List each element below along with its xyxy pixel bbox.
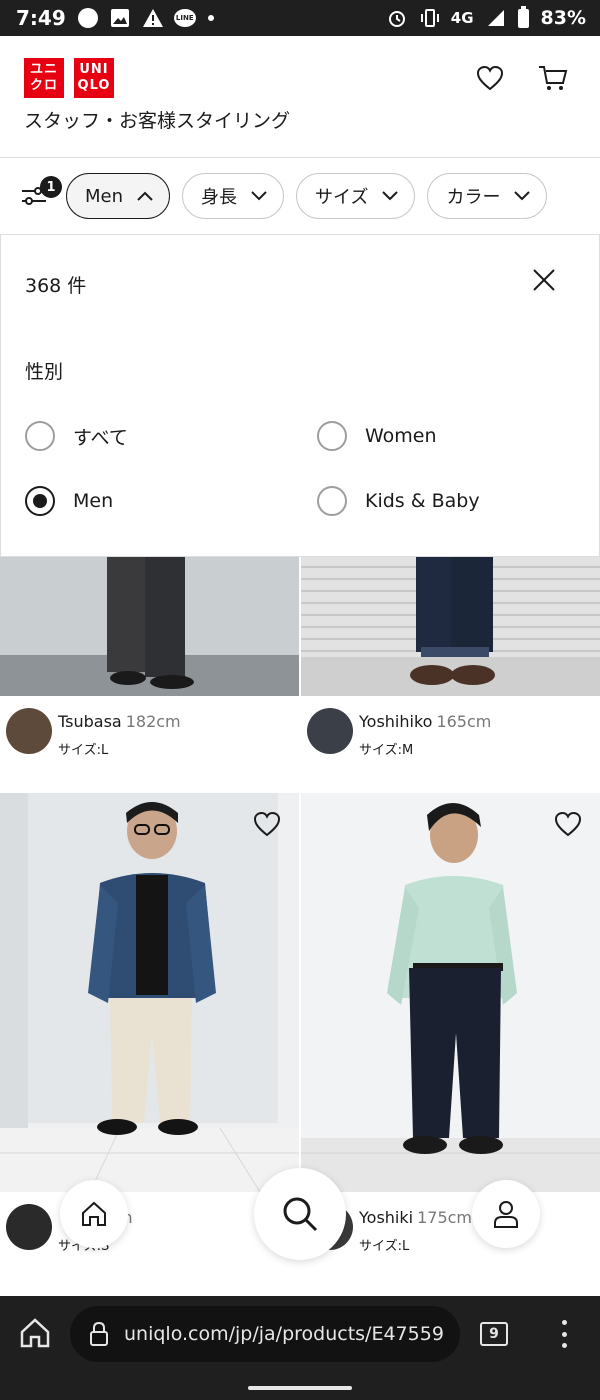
user-icon bbox=[494, 1201, 518, 1228]
browser-home-icon[interactable] bbox=[18, 1316, 52, 1350]
chevron-down-icon bbox=[251, 191, 267, 201]
address-bar[interactable]: uniqlo.com/jp/ja/products/E47559 bbox=[70, 1306, 460, 1362]
network-type: 4G bbox=[450, 9, 474, 27]
result-count: 368 件 bbox=[25, 275, 87, 297]
lock-icon bbox=[90, 1321, 108, 1346]
dot-icon bbox=[207, 15, 214, 21]
chip-height[interactable]: 身長 bbox=[182, 173, 285, 219]
vibrate-icon bbox=[419, 8, 439, 28]
radio-button[interactable] bbox=[317, 486, 347, 516]
outfit-photo[interactable] bbox=[301, 793, 600, 1192]
status-bar: 7:49 LINE 4G 83% bbox=[0, 0, 600, 36]
staff-size: サイズ:M bbox=[359, 743, 414, 758]
staff-name: Yoshihiko bbox=[359, 712, 433, 731]
avatar bbox=[307, 708, 353, 754]
home-icon bbox=[82, 1201, 106, 1226]
filter-bar: 1 Men 身長 サイズ カラー bbox=[0, 158, 600, 234]
staff-size: サイズ:L bbox=[58, 743, 109, 758]
radio-option-all[interactable]: すべて bbox=[25, 421, 128, 451]
radio-button[interactable] bbox=[25, 421, 55, 451]
filter-count-badge: 1 bbox=[40, 176, 62, 198]
card-info: Yoshihiko 165cm サイズ:M bbox=[301, 696, 600, 776]
staff-height: 165cm bbox=[436, 712, 492, 731]
battery-icon bbox=[517, 5, 529, 28]
chip-color[interactable]: カラー bbox=[427, 173, 548, 219]
tab-switcher-button[interactable]: 9 bbox=[480, 1322, 508, 1346]
radio-option-women[interactable]: Women bbox=[317, 421, 437, 451]
logo-katakana-block: ユニ クロ bbox=[24, 58, 64, 98]
chip-size[interactable]: サイズ bbox=[296, 173, 416, 219]
heart-icon[interactable] bbox=[476, 65, 504, 91]
overflow-menu-icon[interactable] bbox=[560, 1320, 568, 1348]
staff-name: Tsubasa bbox=[58, 712, 122, 731]
url-text: uniqlo.com/jp/ja/products/E47559 bbox=[124, 1323, 444, 1345]
signal-icon bbox=[486, 8, 506, 28]
styling-card[interactable]: Yoshihiko 165cm サイズ:M bbox=[301, 557, 600, 793]
chevron-down-icon bbox=[514, 191, 531, 201]
alarm-icon bbox=[387, 8, 407, 28]
outfit-photo[interactable] bbox=[0, 557, 299, 696]
logo-latin-block: UNI QLO bbox=[74, 58, 114, 98]
avatar bbox=[6, 708, 52, 754]
search-icon bbox=[283, 1197, 318, 1232]
staff-height: 182cm bbox=[125, 712, 181, 731]
page-title: スタッフ・お客様スタイリング bbox=[24, 110, 291, 132]
app-header: ユニ クロ UNI QLO スタッフ・お客様スタイリング bbox=[0, 36, 600, 158]
line-icon: LINE bbox=[173, 9, 196, 27]
staff-name: Yoshiki bbox=[359, 1208, 414, 1227]
styling-card[interactable]: Tsubasa 182cm サイズ:L bbox=[0, 557, 299, 793]
uniqlo-logo[interactable]: ユニ クロ UNI QLO bbox=[24, 58, 114, 98]
chevron-down-icon bbox=[382, 191, 399, 201]
outfit-photo[interactable] bbox=[301, 557, 600, 696]
status-time: 7:49 bbox=[16, 6, 66, 30]
chevron-up-icon bbox=[137, 191, 153, 201]
gender-filter-panel: 368 件 性別 すべて Women Men Kids & Baby bbox=[0, 234, 600, 557]
spotify-icon bbox=[77, 8, 98, 28]
gesture-bar bbox=[248, 1386, 352, 1390]
styling-card[interactable]: Yoshiki 175cm サイズ:L bbox=[301, 793, 600, 1293]
radio-button[interactable] bbox=[317, 421, 347, 451]
outfit-photo[interactable] bbox=[0, 793, 299, 1192]
favorite-heart-icon[interactable] bbox=[554, 811, 582, 837]
radio-option-kids-baby[interactable]: Kids & Baby bbox=[317, 486, 480, 516]
home-nav-button[interactable] bbox=[60, 1180, 128, 1248]
filter-settings-button[interactable]: 1 bbox=[16, 176, 62, 214]
gender-section-label: 性別 bbox=[25, 361, 64, 383]
card-info: Yoshiki 175cm サイズ:L bbox=[301, 1192, 600, 1272]
radio-button-selected[interactable] bbox=[25, 486, 55, 516]
card-info: Tsubasa 182cm サイズ:L bbox=[0, 696, 299, 776]
chip-gender[interactable]: Men bbox=[66, 173, 171, 219]
radio-option-men[interactable]: Men bbox=[25, 486, 113, 516]
battery-percent: 83% bbox=[540, 7, 586, 29]
warning-icon bbox=[142, 8, 163, 28]
cart-icon[interactable] bbox=[538, 64, 568, 92]
gallery-icon bbox=[110, 8, 130, 28]
favorite-heart-icon[interactable] bbox=[253, 811, 281, 837]
close-icon[interactable] bbox=[531, 267, 557, 293]
staff-height: 175cm bbox=[417, 1208, 472, 1227]
browser-toolbar: uniqlo.com/jp/ja/products/E47559 9 bbox=[0, 1296, 600, 1400]
search-nav-button[interactable] bbox=[254, 1168, 346, 1260]
staff-size: サイズ:L bbox=[359, 1239, 410, 1254]
avatar bbox=[6, 1204, 52, 1250]
account-nav-button[interactable] bbox=[472, 1180, 540, 1248]
